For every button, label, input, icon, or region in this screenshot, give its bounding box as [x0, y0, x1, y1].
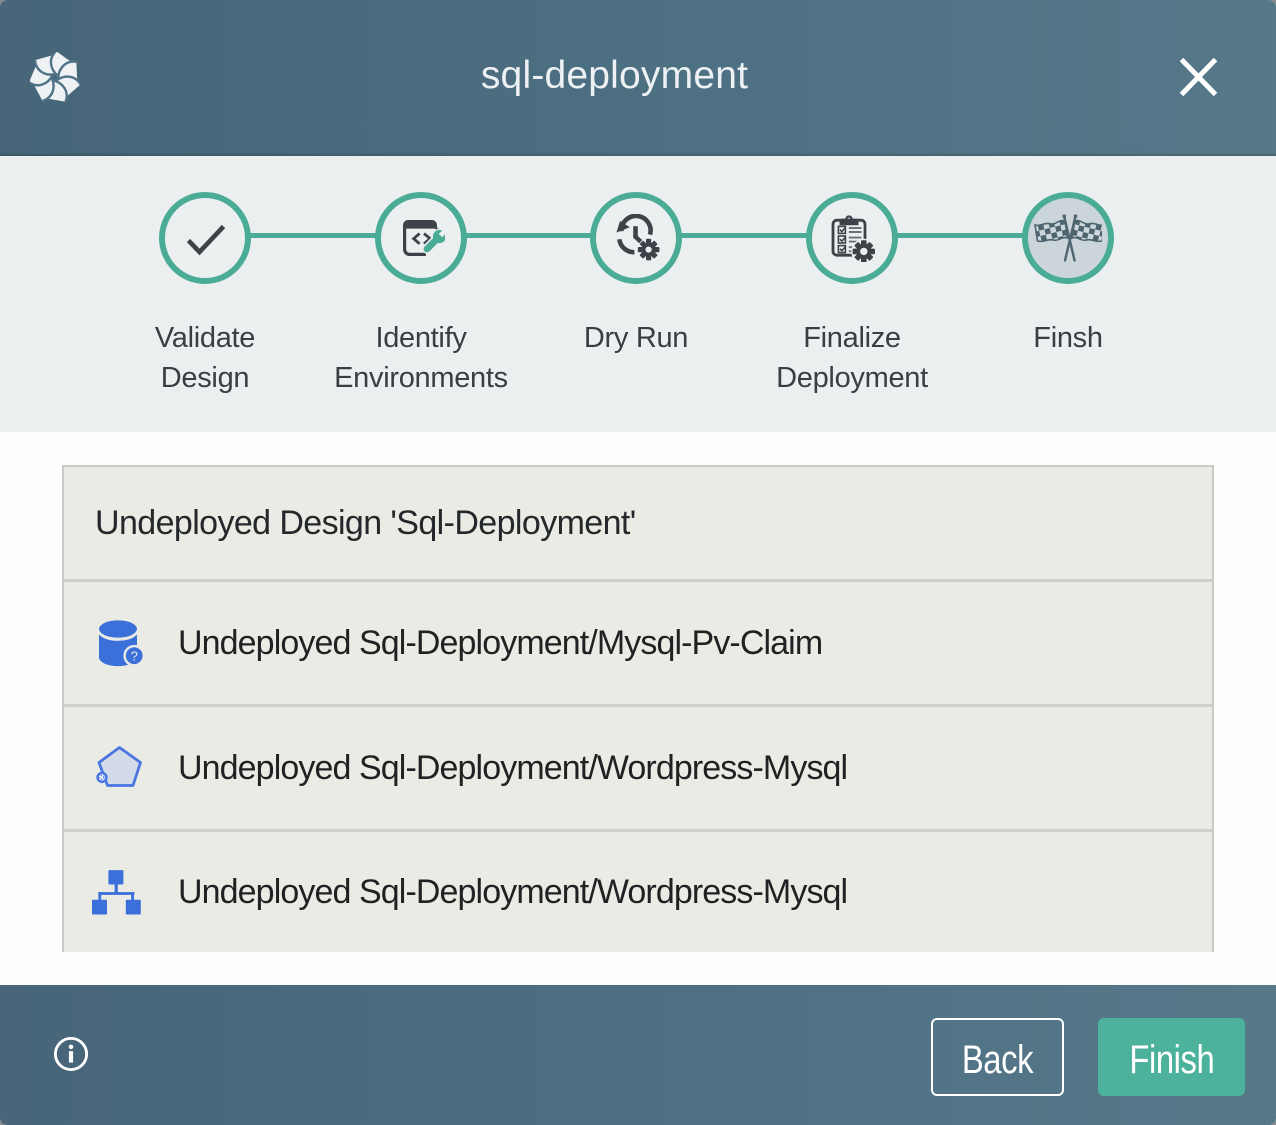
- svg-text:?: ?: [131, 649, 138, 664]
